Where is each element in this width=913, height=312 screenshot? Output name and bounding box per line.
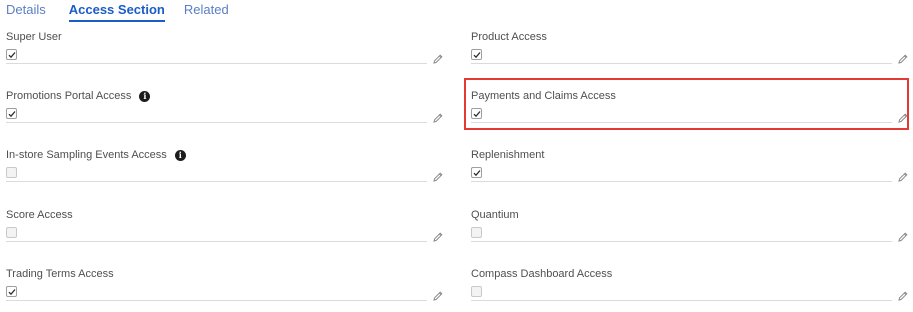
tab-details[interactable]: Details: [6, 0, 46, 22]
field-divider: [6, 122, 427, 123]
pencil-icon[interactable]: [897, 170, 909, 182]
field-product-access: Product Access: [471, 31, 908, 75]
checkmark-icon: [473, 52, 481, 59]
field-label: Product Access: [471, 31, 547, 43]
highlight-box: [464, 78, 909, 130]
field-trading-terms-access: Trading Terms Access: [6, 268, 443, 312]
in-store-sampling-events-access-checkbox[interactable]: [6, 167, 17, 178]
field-divider: [6, 241, 427, 242]
tab-related[interactable]: Related: [184, 0, 229, 22]
trading-terms-access-checkbox[interactable]: [6, 286, 17, 297]
field-divider: [471, 63, 892, 64]
field-divider: [6, 300, 427, 301]
field-divider: [471, 181, 892, 182]
field-label: Compass Dashboard Access: [471, 268, 613, 280]
tab-access-section[interactable]: Access Section: [68, 0, 165, 22]
field-divider: [471, 241, 892, 242]
field-label: In-store Sampling Events Access: [6, 149, 167, 161]
field-divider: [471, 300, 892, 301]
compass-dashboard-access-checkbox[interactable]: [471, 286, 482, 297]
pencil-icon[interactable]: [897, 230, 909, 242]
pencil-icon[interactable]: [432, 111, 444, 123]
checkmark-icon: [8, 111, 16, 118]
field-compass-dashboard-access: Compass Dashboard Access: [471, 268, 908, 312]
pencil-icon[interactable]: [432, 289, 444, 301]
field-label: Super User: [6, 31, 62, 43]
field-divider: [6, 63, 427, 64]
field-promotions-portal-access: Promotions Portal Access i: [6, 90, 443, 134]
score-access-checkbox[interactable]: [6, 227, 17, 238]
pencil-icon[interactable]: [897, 52, 909, 64]
field-label: Score Access: [6, 209, 73, 221]
field-in-store-sampling-events-access: In-store Sampling Events Access i: [6, 149, 443, 193]
promotions-portal-access-checkbox[interactable]: [6, 108, 17, 119]
field-label: Replenishment: [471, 149, 545, 161]
checkmark-icon: [8, 52, 16, 59]
tab-bar: Details Access Section Related: [0, 0, 229, 24]
field-label: Trading Terms Access: [6, 268, 114, 280]
field-super-user: Super User: [6, 31, 443, 75]
field-score-access: Score Access: [6, 209, 443, 253]
field-label: Quantium: [471, 209, 519, 221]
info-icon[interactable]: i: [139, 91, 151, 102]
field-replenishment: Replenishment: [471, 149, 908, 193]
field-label: Promotions Portal Access: [6, 90, 132, 102]
pencil-icon[interactable]: [432, 52, 444, 64]
checkmark-icon: [473, 170, 481, 177]
field-quantium: Quantium: [471, 209, 908, 253]
replenishment-checkbox[interactable]: [471, 167, 482, 178]
quantium-checkbox[interactable]: [471, 227, 482, 238]
pencil-icon[interactable]: [432, 230, 444, 242]
checkmark-icon: [8, 289, 16, 296]
super-user-checkbox[interactable]: [6, 49, 17, 60]
product-access-checkbox[interactable]: [471, 49, 482, 60]
field-divider: [6, 181, 427, 182]
info-icon[interactable]: i: [174, 150, 186, 161]
pencil-icon[interactable]: [897, 289, 909, 301]
pencil-icon[interactable]: [432, 170, 444, 182]
